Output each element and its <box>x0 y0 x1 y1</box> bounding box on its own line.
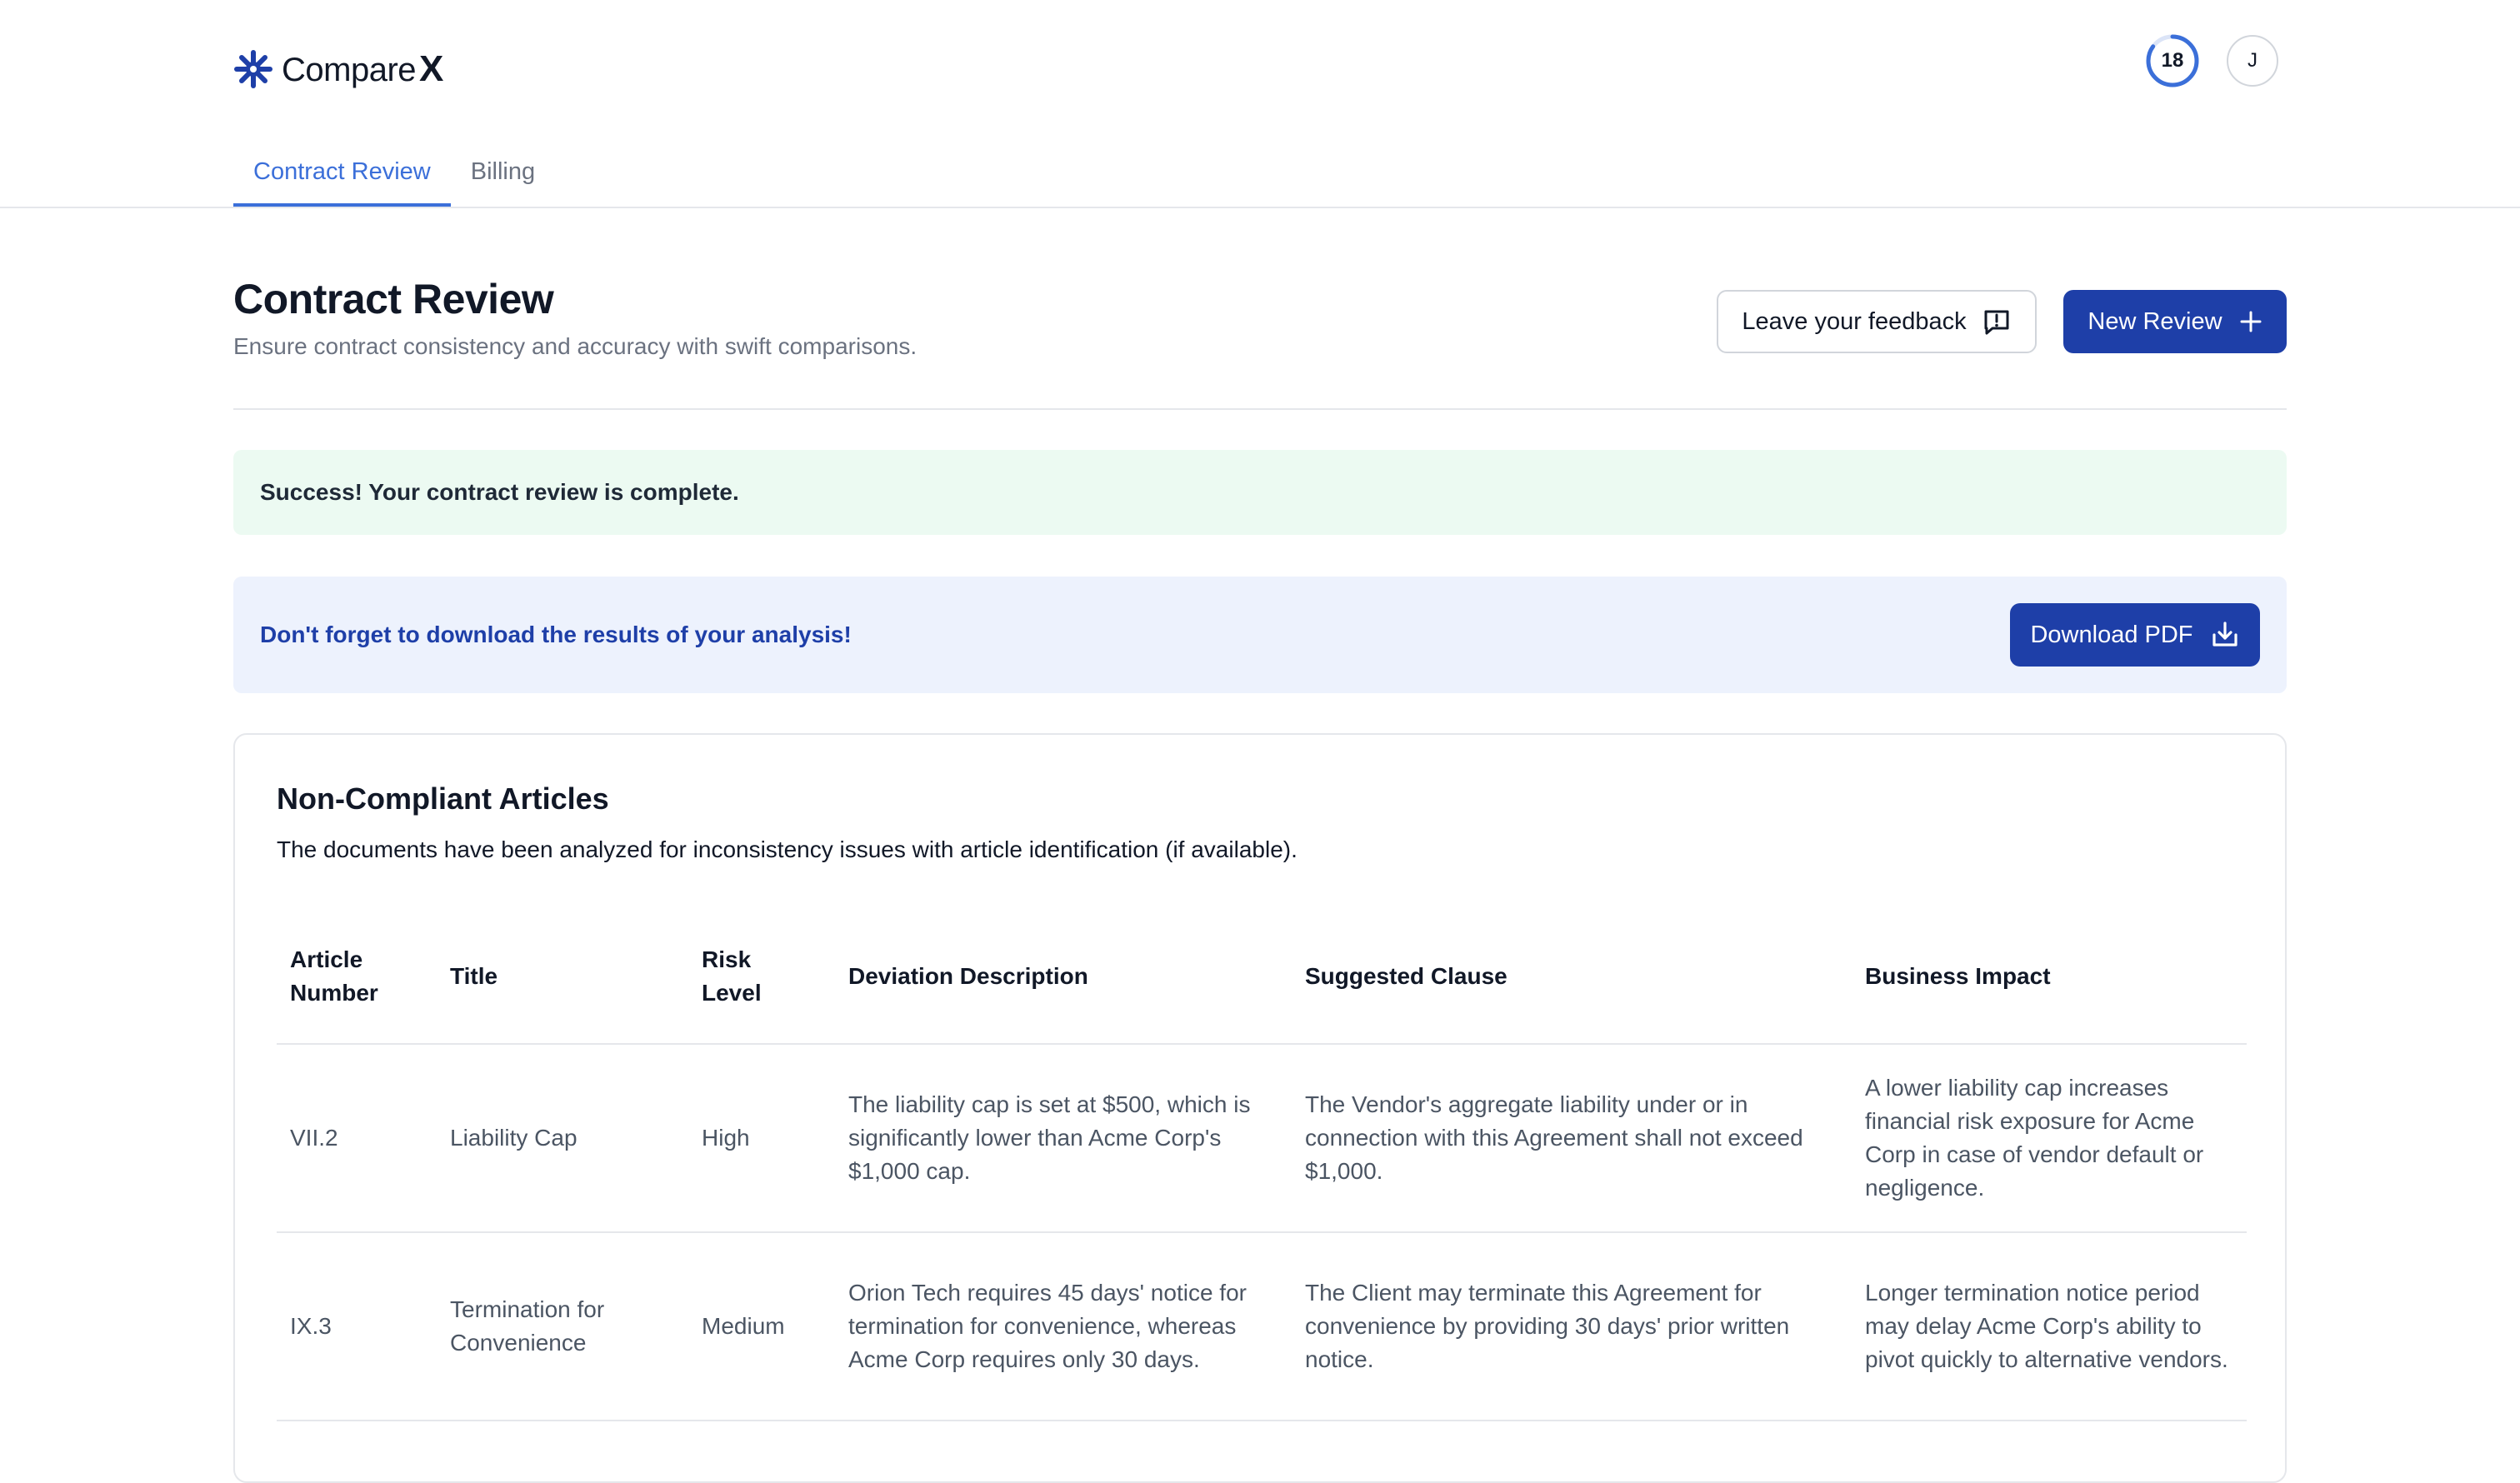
new-review-button[interactable]: New Review <box>2063 290 2287 353</box>
leave-feedback-button[interactable]: Leave your feedback <box>1717 290 2037 353</box>
credits-count: 18 <box>2161 49 2184 72</box>
column-header-risk-level: Risk Level <box>702 946 762 1006</box>
cell-risk-level: High <box>702 1125 750 1151</box>
download-icon <box>2210 620 2240 650</box>
cell-suggested-clause: The Client may terminate this Agreement … <box>1305 1280 1790 1372</box>
feedback-icon <box>1982 307 2012 337</box>
download-pdf-label: Download PDF <box>2030 621 2193 648</box>
section-divider <box>233 408 2287 410</box>
cell-business-impact: A lower liability cap increases financia… <box>1865 1075 2204 1201</box>
tab-billing[interactable]: Billing <box>451 150 555 205</box>
cell-suggested-clause: The Vendor's aggregate liability under o… <box>1305 1091 1803 1184</box>
sparkle-logo-icon <box>233 49 273 89</box>
cell-article-number: VII.2 <box>290 1125 338 1151</box>
table-row: IX.3 Termination for Convenience Medium … <box>277 1233 2247 1421</box>
column-header-article-number: Article Number <box>290 946 378 1006</box>
top-navigation-bar: CompareX 18 J Contract Review Billing <box>0 0 2520 208</box>
user-avatar[interactable]: J <box>2227 35 2278 87</box>
cell-deviation-description: Orion Tech requires 45 days' notice for … <box>848 1280 1247 1372</box>
download-reminder-alert: Don't forget to download the results of … <box>233 577 2287 693</box>
table-header: Article Number Title Risk Level Deviatio… <box>277 910 2247 1045</box>
download-reminder-text: Don't forget to download the results of … <box>260 622 852 647</box>
card-description: The documents have been analyzed for inc… <box>277 836 1298 862</box>
cell-article-number: IX.3 <box>290 1313 332 1339</box>
page-title: Contract Review <box>233 276 554 322</box>
column-header-title: Title <box>450 963 498 989</box>
column-header-suggested-clause: Suggested Clause <box>1305 963 1508 989</box>
non-compliant-articles-card: Non-Compliant Articles The documents hav… <box>233 733 2287 1483</box>
download-pdf-button[interactable]: Download PDF <box>2010 603 2260 667</box>
cell-risk-level: Medium <box>702 1313 785 1339</box>
column-header-deviation-description: Deviation Description <box>848 963 1088 989</box>
plus-icon <box>2239 310 2262 333</box>
page-subtitle: Ensure contract consistency and accuracy… <box>233 333 918 359</box>
tab-bar: Contract Review Billing <box>233 150 555 207</box>
card-title: Non-Compliant Articles <box>277 781 609 816</box>
cell-title: Liability Cap <box>450 1125 578 1151</box>
feedback-button-label: Leave your feedback <box>1742 307 1967 335</box>
credits-indicator[interactable]: 18 <box>2145 33 2200 88</box>
non-compliant-table: Article Number Title Risk Level Deviatio… <box>277 910 2247 1421</box>
new-review-button-label: New Review <box>2088 307 2222 335</box>
logo-text: CompareX <box>282 48 443 89</box>
success-alert: Success! Your contract review is complet… <box>233 450 2287 535</box>
logo-mark: X <box>419 48 443 89</box>
tab-contract-review[interactable]: Contract Review <box>233 150 451 207</box>
cell-business-impact: Longer termination notice period may del… <box>1865 1280 2228 1372</box>
cell-deviation-description: The liability cap is set at $500, which … <box>848 1091 1251 1184</box>
column-header-business-impact: Business Impact <box>1865 963 2051 989</box>
app-logo[interactable]: CompareX <box>233 48 443 90</box>
cell-title: Termination for Convenience <box>450 1296 605 1356</box>
table-row: VII.2 Liability Cap High The liability c… <box>277 1045 2247 1233</box>
